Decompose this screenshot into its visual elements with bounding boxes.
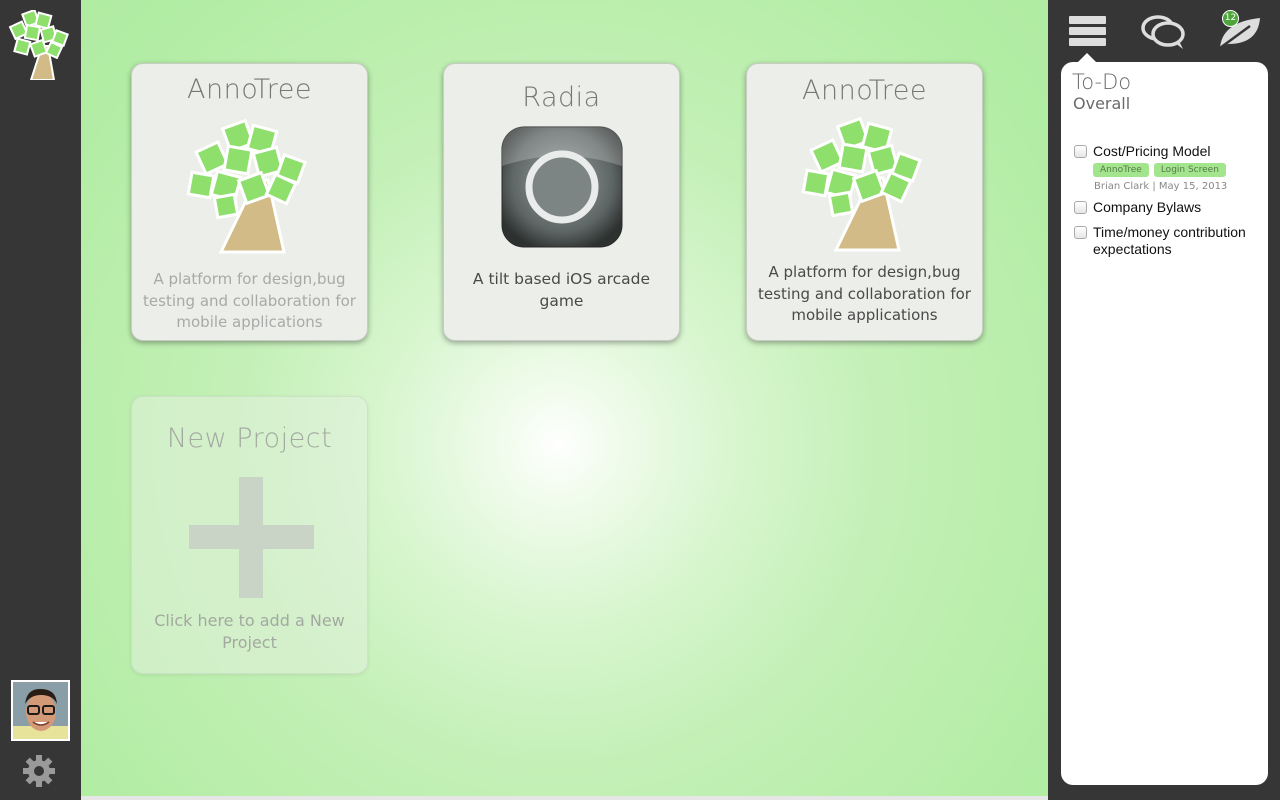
todo-checkbox[interactable] bbox=[1074, 145, 1087, 158]
left-sidebar bbox=[0, 0, 81, 800]
project-card-radia[interactable]: Radia A tilt based iOS arcade game bbox=[443, 63, 680, 341]
plus-icon-bar bbox=[189, 525, 314, 549]
todo-item: Company Bylaws bbox=[1074, 199, 1264, 219]
todo-label[interactable]: Time/money contribution expectations bbox=[1093, 224, 1268, 258]
project-card-annotree[interactable]: AnnoTree A platform for design,bug testi… bbox=[131, 63, 368, 341]
new-project-title: New Project bbox=[166, 423, 333, 454]
todo-checkbox[interactable] bbox=[1074, 201, 1087, 214]
todo-tags: AnnoTree Login Screen bbox=[1093, 163, 1226, 177]
gear-icon[interactable] bbox=[22, 754, 56, 788]
notification-badge: 12 bbox=[1222, 10, 1239, 27]
list-icon[interactable] bbox=[1068, 14, 1108, 52]
todo-label[interactable]: Company Bylaws bbox=[1093, 199, 1268, 216]
new-project-description: Click here to add a New Project bbox=[154, 611, 345, 652]
todo-checkbox[interactable] bbox=[1074, 226, 1087, 239]
bottom-strip bbox=[81, 796, 1048, 800]
user-avatar[interactable] bbox=[11, 680, 70, 741]
annotree-logo-icon[interactable] bbox=[6, 8, 70, 81]
todo-item: Time/money contribution expectations bbox=[1074, 224, 1264, 260]
todo-item: Cost/Pricing Model AnnoTree Login Screen… bbox=[1074, 143, 1264, 195]
todo-label[interactable]: Cost/Pricing Model bbox=[1093, 143, 1268, 160]
new-project-card[interactable]: New Project Click here to add a New Proj… bbox=[131, 396, 368, 674]
project-description: A platform for design,bug testing and co… bbox=[758, 263, 971, 324]
tag[interactable]: AnnoTree bbox=[1093, 163, 1149, 177]
project-title: Radia bbox=[522, 82, 601, 113]
chat-icon[interactable] bbox=[1141, 14, 1187, 54]
panel-subtitle: Overall bbox=[1073, 94, 1131, 113]
project-card-annotree-2[interactable]: AnnoTree A platform for design,bug testi… bbox=[746, 63, 983, 341]
tree-icon bbox=[801, 116, 927, 256]
project-description: A platform for design,bug testing and co… bbox=[143, 270, 356, 331]
panel-title: To-Do bbox=[1072, 70, 1132, 94]
todo-panel: To-Do Overall Cost/Pricing Model AnnoTre… bbox=[1061, 62, 1268, 785]
tag[interactable]: Login Screen bbox=[1153, 163, 1226, 177]
project-description: A tilt based iOS arcade game bbox=[472, 270, 651, 310]
tree-icon bbox=[186, 118, 312, 258]
project-title: AnnoTree bbox=[802, 75, 927, 106]
radia-app-icon bbox=[501, 126, 623, 252]
todo-meta: Brian Clark | May 15, 2013 bbox=[1094, 181, 1228, 192]
project-title: AnnoTree bbox=[187, 74, 312, 105]
